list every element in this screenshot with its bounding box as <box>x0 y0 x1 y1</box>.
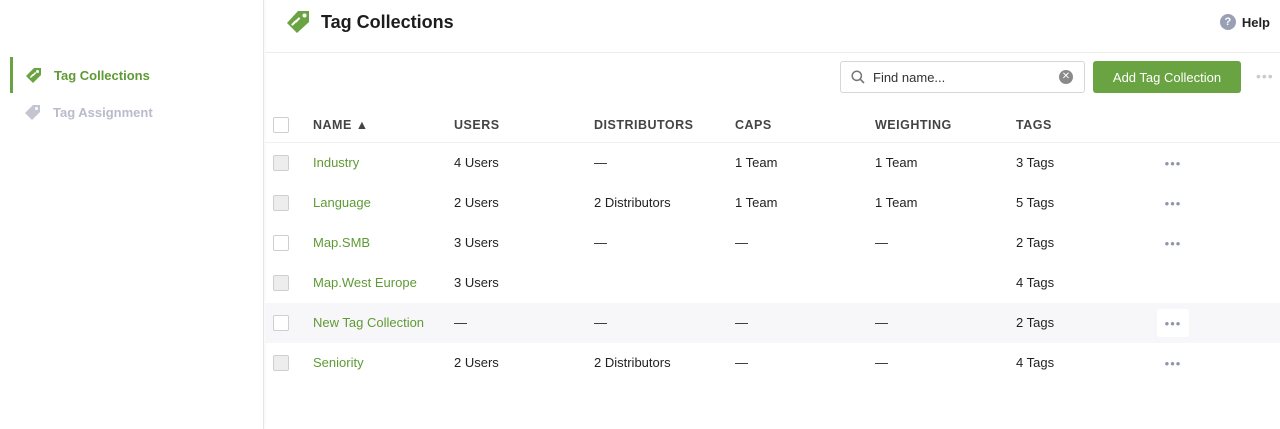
table-row: Language 2 Users 2 Distributors 1 Team 1… <box>265 183 1280 223</box>
distributors-cell: 2 Distributors <box>594 195 671 210</box>
sidebar-item-label: Tag Assignment <box>53 104 153 120</box>
caps-cell: — <box>735 235 748 250</box>
clear-search-icon[interactable]: ✕ <box>1059 70 1073 84</box>
collection-name-link[interactable]: New Tag Collection <box>313 315 424 330</box>
page-title: Tag Collections <box>321 12 454 32</box>
weighting-cell: — <box>875 235 888 250</box>
row-more-icon[interactable]: ••• <box>1157 149 1189 177</box>
table-row: Map.SMB 3 Users — — — 2 Tags ••• <box>265 223 1280 263</box>
tags-cell: 2 Tags <box>1016 235 1055 250</box>
caps-cell: — <box>735 315 748 330</box>
distributors-cell: — <box>594 235 607 250</box>
row-checkbox[interactable] <box>273 235 289 251</box>
column-header-distributors[interactable]: DISTRIBUTORS <box>594 118 694 132</box>
column-header-caps[interactable]: CAPS <box>735 118 772 132</box>
column-header-weighting[interactable]: WEIGHTING <box>875 118 952 132</box>
caps-cell: 1 Team <box>735 155 778 170</box>
distributors-cell: — <box>594 155 607 170</box>
add-tag-collection-button[interactable]: Add Tag Collection <box>1093 61 1241 93</box>
users-cell: — <box>454 315 467 330</box>
toolbar-more-icon[interactable]: ••• <box>1256 68 1274 84</box>
row-checkbox[interactable] <box>273 275 289 291</box>
distributors-cell: — <box>594 315 607 330</box>
users-cell: 4 Users <box>454 155 499 170</box>
collection-name-link[interactable]: Map.SMB <box>313 235 370 250</box>
question-circle-icon: ? <box>1219 14 1236 30</box>
search-icon <box>851 70 865 84</box>
users-cell: 3 Users <box>454 275 499 290</box>
search-box: ✕ <box>840 61 1085 93</box>
row-more-icon[interactable]: ••• <box>1157 229 1189 257</box>
table-row: Seniority 2 Users 2 Distributors — — 4 T… <box>265 343 1280 383</box>
weighting-cell: — <box>875 355 888 370</box>
distributors-cell: 2 Distributors <box>594 355 671 370</box>
column-header-name[interactable]: NAME ▲ <box>313 118 369 132</box>
sidebar-item-tag-collections[interactable]: Tag Collections <box>10 57 250 93</box>
table-row: New Tag Collection — — — — 2 Tags ••• <box>265 303 1280 343</box>
tags-cell: 4 Tags <box>1016 275 1055 290</box>
weighting-cell: — <box>875 315 888 330</box>
tags-cell: 3 Tags <box>1016 155 1055 170</box>
page-header: Tag Collections ? Help <box>265 0 1280 53</box>
row-checkbox[interactable] <box>273 155 289 171</box>
row-more-icon[interactable]: ••• <box>1157 189 1189 217</box>
column-header-users[interactable]: USERS <box>454 118 500 132</box>
table-row: Industry 4 Users — 1 Team 1 Team 3 Tags … <box>265 143 1280 183</box>
collection-name-link[interactable]: Seniority <box>313 355 364 370</box>
row-more-icon[interactable]: ••• <box>1157 349 1189 377</box>
users-cell: 2 Users <box>454 195 499 210</box>
collection-name-link[interactable]: Language <box>313 195 371 210</box>
tags-cell: 2 Tags <box>1016 315 1055 330</box>
row-checkbox[interactable] <box>273 315 289 331</box>
row-more-icon[interactable]: ••• <box>1157 309 1189 337</box>
row-checkbox[interactable] <box>273 195 289 211</box>
help-button[interactable]: ? Help <box>1219 14 1270 30</box>
collection-name-link[interactable]: Industry <box>313 155 359 170</box>
table-header: NAME ▲ USERS DISTRIBUTORS CAPS WEIGHTING… <box>265 105 1280 143</box>
users-cell: 2 Users <box>454 355 499 370</box>
tag-icon <box>25 67 42 84</box>
sidebar-item-label: Tag Collections <box>54 67 150 83</box>
caps-cell: — <box>735 355 748 370</box>
tag-collections-logo-icon <box>285 10 311 34</box>
search-input[interactable] <box>873 67 1053 87</box>
users-cell: 3 Users <box>454 235 499 250</box>
help-label: Help <box>1241 14 1270 30</box>
weighting-cell: 1 Team <box>875 195 918 210</box>
tag-collections-table: NAME ▲ USERS DISTRIBUTORS CAPS WEIGHTING… <box>265 105 1280 383</box>
weighting-cell: 1 Team <box>875 155 918 170</box>
column-header-tags[interactable]: TAGS <box>1016 118 1052 132</box>
tag-icon <box>24 104 41 121</box>
select-all-checkbox[interactable] <box>273 117 289 133</box>
app-root: Tag Collections Tag Assignment Tag Colle… <box>0 0 1280 429</box>
tags-cell: 5 Tags <box>1016 195 1055 210</box>
row-checkbox[interactable] <box>273 355 289 371</box>
sidebar: Tag Collections Tag Assignment <box>0 0 264 429</box>
tags-cell: 4 Tags <box>1016 355 1055 370</box>
table-row: Map.West Europe 3 Users 4 Tags <box>265 263 1280 303</box>
caps-cell: 1 Team <box>735 195 778 210</box>
sidebar-item-tag-assignment[interactable]: Tag Assignment <box>10 94 250 130</box>
collection-name-link[interactable]: Map.West Europe <box>313 275 417 290</box>
